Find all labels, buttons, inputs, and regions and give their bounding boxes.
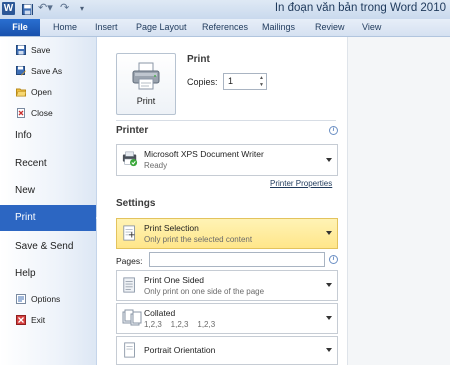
- nav-open[interactable]: Open: [0, 82, 96, 102]
- chevron-down-icon: [326, 231, 332, 235]
- nav-print-label: Print: [15, 212, 36, 223]
- print-button[interactable]: Print: [116, 53, 176, 115]
- tab-references[interactable]: References: [202, 22, 248, 32]
- print-settings-panel: Print Print Copies: 1 ▲ ▼ Printer i Micr…: [97, 37, 347, 365]
- nav-save-send[interactable]: Save & Send: [0, 234, 96, 260]
- quick-access-divider: [31, 4, 32, 15]
- tab-review[interactable]: Review: [315, 22, 345, 32]
- word-app-icon[interactable]: W: [2, 2, 15, 15]
- nav-recent[interactable]: Recent: [0, 151, 96, 177]
- nav-open-label: Open: [31, 87, 52, 97]
- nav-save-as[interactable]: Save As: [0, 61, 96, 81]
- copies-down-icon[interactable]: ▼: [258, 82, 265, 88]
- ribbon-tabs: File Home Insert Page Layout References …: [0, 19, 450, 37]
- tab-home[interactable]: Home: [53, 22, 77, 32]
- collated-dropdown[interactable]: Collated 1,2,3 1,2,3 1,2,3: [116, 303, 338, 334]
- nav-save-as-label: Save As: [31, 66, 63, 76]
- tab-view[interactable]: View: [362, 22, 381, 32]
- save-icon: [16, 45, 26, 55]
- nav-options-label: Options: [31, 294, 61, 304]
- collated-title: Collated: [144, 308, 176, 318]
- close-document-icon: [17, 108, 25, 118]
- chevron-down-icon: [326, 316, 332, 320]
- copies-up-icon[interactable]: ▲: [258, 75, 265, 81]
- undo-icon[interactable]: ↶▾: [38, 3, 53, 14]
- nav-info[interactable]: Info: [0, 123, 96, 149]
- printer-status: Ready: [144, 161, 168, 170]
- chevron-down-icon: [326, 348, 332, 352]
- portrait-orientation-icon: [124, 342, 135, 358]
- chevron-down-icon: [326, 158, 332, 162]
- printer-section-title: Printer: [116, 125, 149, 136]
- printer-name: Microsoft XPS Document Writer: [144, 149, 264, 159]
- backstage-nav: Save Save As Open Close Info Recent New …: [0, 37, 103, 365]
- window-title: In đoạn văn bản trong Word 2010: [274, 2, 446, 14]
- nav-save[interactable]: Save: [0, 40, 96, 60]
- copies-label: Copies:: [187, 77, 218, 87]
- tab-page-layout[interactable]: Page Layout: [136, 22, 187, 32]
- nav-help[interactable]: Help: [0, 261, 96, 287]
- customize-quick-access-icon[interactable]: ▾: [80, 4, 84, 13]
- nav-exit-label: Exit: [31, 315, 46, 325]
- collated-icon: [122, 309, 142, 326]
- options-icon: [16, 294, 26, 304]
- print-selection-desc: Only print the selected content: [144, 235, 253, 244]
- nav-recent-label: Recent: [15, 158, 47, 169]
- print-sided-title: Print One Sided: [144, 275, 205, 285]
- nav-new[interactable]: New: [0, 178, 96, 204]
- print-preview-area: [347, 37, 450, 365]
- tab-mailings[interactable]: Mailings: [262, 22, 295, 32]
- one-sided-icon: [123, 277, 135, 293]
- nav-close-label: Close: [31, 108, 53, 118]
- print-sided-desc: Only print on one side of the page: [144, 287, 265, 296]
- collated-desc: 1,2,3 1,2,3 1,2,3: [144, 320, 216, 329]
- open-folder-icon: [16, 88, 26, 97]
- tab-file[interactable]: File: [0, 19, 40, 36]
- copies-value: 1: [228, 76, 234, 86]
- nav-options[interactable]: Options: [0, 289, 96, 309]
- exit-icon: [16, 315, 26, 325]
- printer-properties-link[interactable]: Printer Properties: [270, 179, 332, 188]
- print-sided-dropdown[interactable]: Print One Sided Only print on one side o…: [116, 270, 338, 301]
- nav-print[interactable]: Print: [0, 205, 103, 231]
- nav-save-send-label: Save & Send: [15, 241, 74, 252]
- print-section-title: Print: [187, 54, 210, 65]
- print-selection-title: Print Selection: [144, 223, 199, 233]
- orientation-dropdown[interactable]: Portrait Orientation: [116, 336, 338, 365]
- print-button-label: Print: [136, 96, 156, 106]
- print-selection-dropdown[interactable]: Print Selection Only print the selected …: [116, 218, 338, 249]
- pages-label: Pages:: [116, 256, 143, 266]
- printer-dropdown[interactable]: Microsoft XPS Document Writer Ready: [116, 144, 338, 176]
- pages-input[interactable]: [149, 252, 325, 267]
- chevron-down-icon: [326, 283, 332, 287]
- printer-info-icon[interactable]: i: [329, 126, 338, 135]
- tab-insert[interactable]: Insert: [95, 22, 118, 32]
- nav-exit[interactable]: Exit: [0, 310, 96, 330]
- nav-close[interactable]: Close: [0, 103, 96, 123]
- print-selection-icon: [123, 225, 135, 241]
- nav-new-label: New: [15, 185, 36, 196]
- settings-section-title: Settings: [116, 198, 156, 209]
- pages-info-icon[interactable]: i: [329, 255, 338, 264]
- title-bar: W ↶▾ ↷ ▾ In đoạn văn bản trong Word 2010: [0, 0, 450, 19]
- orientation-title: Portrait Orientation: [144, 345, 216, 355]
- nav-save-label: Save: [31, 45, 51, 55]
- redo-icon[interactable]: ↷: [60, 3, 69, 14]
- nav-help-label: Help: [15, 268, 36, 279]
- xps-printer-icon: [122, 151, 138, 167]
- nav-info-label: Info: [15, 130, 32, 141]
- save-as-icon: [16, 66, 26, 76]
- divider: [116, 120, 336, 121]
- printer-icon: [132, 62, 160, 90]
- copies-stepper[interactable]: 1 ▲ ▼: [223, 73, 267, 90]
